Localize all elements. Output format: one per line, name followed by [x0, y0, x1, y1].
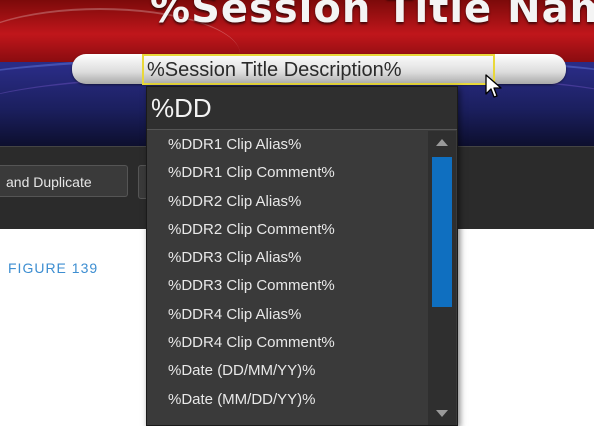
- autocomplete-input[interactable]: %DD: [147, 87, 457, 130]
- session-description-field[interactable]: %Session Title Description%: [142, 54, 495, 85]
- autocomplete-list: %DDR1 Clip Alias% %DDR1 Clip Comment% %D…: [147, 131, 427, 414]
- scrollbar-thumb[interactable]: [432, 157, 452, 307]
- list-item[interactable]: %Date (DD/MM/YY)%: [147, 357, 427, 385]
- duplicate-button[interactable]: and Duplicate: [0, 165, 128, 197]
- list-item[interactable]: %DDR1 Clip Alias%: [147, 131, 427, 159]
- autocomplete-dropdown: %DD %DDR1 Clip Alias% %DDR1 Clip Comment…: [146, 86, 458, 426]
- list-item[interactable]: %DDR4 Clip Comment%: [147, 329, 427, 357]
- dropdown-scrollbar[interactable]: [428, 131, 456, 425]
- scroll-down-button[interactable]: [428, 403, 456, 425]
- session-title-text[interactable]: %Session Title Name%: [150, 0, 594, 32]
- list-item[interactable]: %DDR3 Clip Comment%: [147, 272, 427, 300]
- mouse-pointer-icon: [485, 74, 502, 98]
- scroll-down-arrow-icon: [436, 410, 448, 417]
- list-item[interactable]: %DDR2 Clip Alias%: [147, 188, 427, 216]
- list-item[interactable]: %DDR4 Clip Alias%: [147, 301, 427, 329]
- figure-caption: FIGURE 139: [8, 260, 99, 276]
- list-item[interactable]: %Date (MM/DD/YY)%: [147, 386, 427, 414]
- scroll-up-arrow-icon: [436, 139, 448, 146]
- list-item[interactable]: %DDR3 Clip Alias%: [147, 244, 427, 272]
- list-item[interactable]: %DDR1 Clip Comment%: [147, 159, 427, 187]
- scroll-up-button[interactable]: [428, 131, 456, 153]
- list-item[interactable]: %DDR2 Clip Comment%: [147, 216, 427, 244]
